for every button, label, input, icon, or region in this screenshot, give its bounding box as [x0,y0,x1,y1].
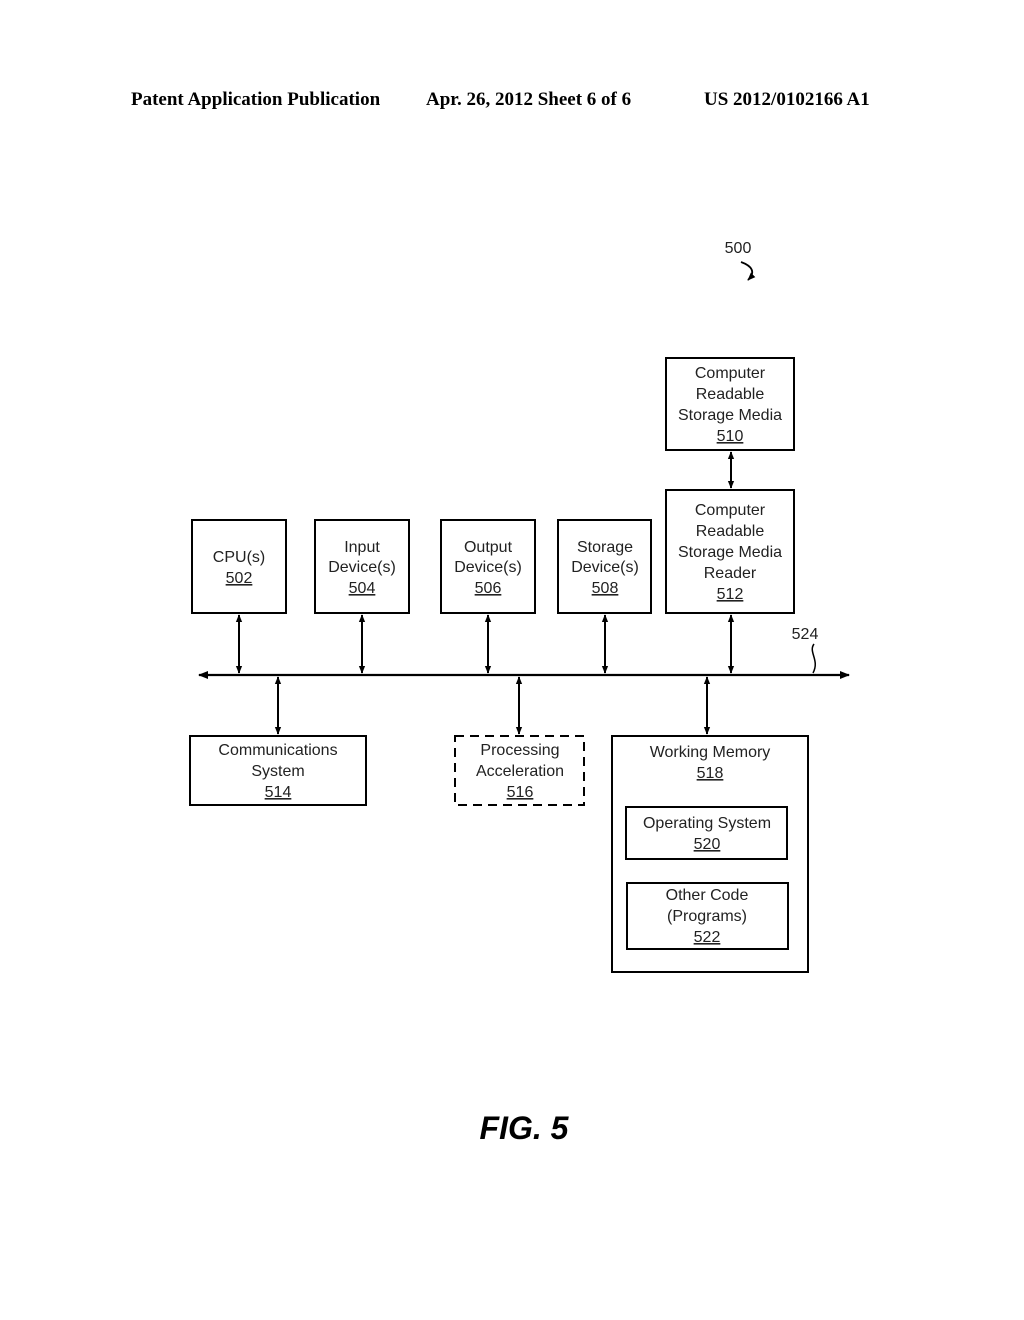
reader-ref: 512 [717,586,744,603]
crsm-ref: 510 [717,428,744,445]
figure-ref-arrow [740,261,756,281]
storage-label-line1: Storage [577,539,633,556]
input-ref: 504 [349,580,376,597]
storage-media-reader-block: Computer Readable Storage Media Reader 512 [665,489,795,614]
code-label-line1: Other Code [666,887,749,904]
comm-label-line2: System [251,763,304,780]
bus-ref-leader [811,643,817,674]
memory-label: Working Memory [650,744,771,761]
crsm-label-line1: Computer [695,365,766,382]
cpu-ref: 502 [226,570,253,587]
comm-ref: 514 [265,784,292,801]
crsm-label-line2: Readable [696,386,765,403]
crsm-label-line3: Storage Media [678,407,782,424]
input-label-line1: Input [344,539,380,556]
accel-label-line1: Processing [480,742,559,759]
working-memory-block: Working Memory 518 Operating System 520 Ot… [611,735,809,973]
cpu-label: CPU(s) [213,549,265,566]
os-ref: 520 [694,836,721,853]
output-devices-block: Output Device(s) 506 [440,519,536,614]
output-label-line1: Output [464,539,513,556]
reader-label-line3: Storage Media [678,544,782,561]
code-label-line2: (Programs) [667,908,747,925]
operating-system-block: Operating System 520 [625,806,788,860]
storage-media-block: Computer Readable Storage Media 510 [665,357,795,451]
os-label: Operating System [643,815,771,832]
figure-ref-label: 500 [725,240,752,257]
storage-devices-block: Storage Device(s) 508 [557,519,652,614]
input-label-line2: Device(s) [328,559,396,576]
communications-system-block: Communications System 514 [189,735,367,806]
block-diagram: 500 524 CPU(s) 502 Input Device(s) 504 Outp… [189,240,850,1146]
storage-ref: 508 [592,580,619,597]
bus-ref-label: 524 [792,626,819,643]
other-code-block: Other Code (Programs) 522 [626,882,789,950]
figure-caption: FIG. 5 [480,1110,570,1146]
accel-ref: 516 [507,784,534,801]
output-label-line2: Device(s) [454,559,522,576]
output-ref: 506 [475,580,502,597]
accel-label-line2: Acceleration [476,763,564,780]
reader-label-line1: Computer [695,502,766,519]
reader-label-line2: Readable [696,523,765,540]
processing-acceleration-block: Processing Acceleration 516 [454,735,585,806]
input-devices-block: Input Device(s) 504 [314,519,410,614]
cpu-block: CPU(s) 502 [191,519,287,614]
code-ref: 522 [694,929,721,946]
storage-label-line2: Device(s) [571,559,639,576]
reader-label-line4: Reader [704,565,757,582]
memory-ref: 518 [697,765,724,782]
comm-label-line1: Communications [218,742,337,759]
